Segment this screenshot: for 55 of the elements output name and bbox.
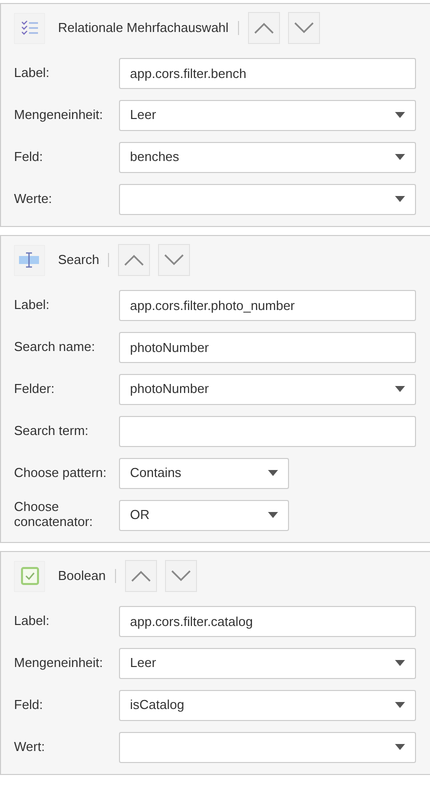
move-up-button[interactable] xyxy=(124,560,157,592)
select-field[interactable]: Leer xyxy=(119,100,416,130)
chevron-up-icon xyxy=(124,254,144,266)
chevron-down-icon xyxy=(164,254,184,266)
caret-icon xyxy=(395,386,405,392)
panel-title: Relationale Mehrfachauswahl xyxy=(58,19,229,38)
caret-icon xyxy=(395,154,405,160)
caret-icon xyxy=(395,112,405,118)
field-label: Felder: xyxy=(14,382,56,396)
chevron-up-icon xyxy=(130,570,151,582)
move-down-button[interactable] xyxy=(288,12,320,44)
field-label: Search term: xyxy=(14,424,90,438)
field-label: Mengeneinheit: xyxy=(14,656,104,670)
chevron-up-icon xyxy=(254,22,274,34)
select-field[interactable] xyxy=(119,732,416,762)
select-field[interactable]: photoNumber xyxy=(119,374,416,404)
caret-icon xyxy=(395,660,405,666)
field-label: Choose concatenator: xyxy=(14,500,94,530)
field-label: Wert: xyxy=(14,740,46,754)
select-field[interactable]: OR xyxy=(119,500,289,530)
field-label: Feld: xyxy=(14,150,44,164)
move-down-button[interactable] xyxy=(164,560,197,592)
panel-title: Boolean xyxy=(58,567,106,586)
field-label: Label: xyxy=(14,66,50,80)
select-field[interactable]: Leer xyxy=(119,648,416,678)
chevron-down-icon xyxy=(294,22,314,34)
caret-icon xyxy=(268,470,278,476)
field-label: Search name: xyxy=(14,340,96,354)
field-label: Choose pattern: xyxy=(14,466,108,480)
input-field[interactable]: app.cors.filter.catalog xyxy=(119,606,416,636)
field-label: Mengeneinheit: xyxy=(14,108,104,122)
input-field[interactable]: app.cors.filter.bench xyxy=(119,58,416,88)
select-field[interactable]: isCatalog xyxy=(119,690,416,720)
caret-icon xyxy=(268,512,278,518)
select-field[interactable]: Contains xyxy=(119,458,289,488)
field-label: Label: xyxy=(14,614,50,628)
checkbox-icon xyxy=(14,560,45,592)
caret-icon xyxy=(395,744,405,750)
caret-icon xyxy=(395,196,405,202)
select-field[interactable] xyxy=(119,184,416,214)
input-field[interactable] xyxy=(119,416,416,446)
chevron-down-icon xyxy=(170,570,191,582)
field-label: Werte: xyxy=(14,192,54,206)
move-up-button[interactable] xyxy=(248,12,280,44)
panel-title: Search xyxy=(58,251,100,270)
move-down-button[interactable] xyxy=(158,244,190,276)
input-field[interactable]: app.cors.filter.photo_number xyxy=(119,290,416,320)
field-label: Label: xyxy=(14,298,50,312)
caret-icon xyxy=(395,702,405,708)
move-up-button[interactable] xyxy=(118,244,150,276)
list-check-icon xyxy=(14,12,45,44)
text-cursor-icon xyxy=(14,244,45,276)
input-field[interactable]: photoNumber xyxy=(119,332,416,362)
field-label: Feld: xyxy=(14,698,44,712)
select-field[interactable]: benches xyxy=(119,142,416,172)
